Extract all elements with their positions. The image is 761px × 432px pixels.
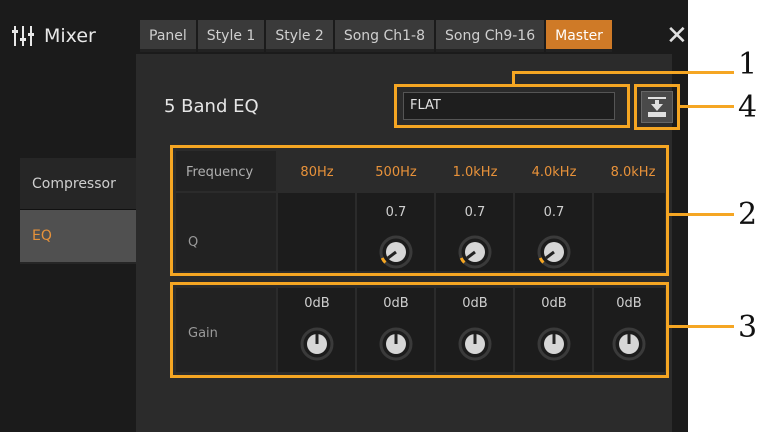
save-icon [648, 97, 666, 117]
tab-style-2[interactable]: Style 2 [266, 20, 333, 52]
band-2-gain-knob[interactable] [379, 327, 413, 361]
callout-4-number: 4 [738, 90, 758, 125]
band-3-gain-value: 0dB [462, 296, 488, 311]
band-4-gain-knob[interactable] [537, 327, 571, 361]
band-2-frequency[interactable]: 500Hz [357, 165, 435, 180]
tab-song-ch9-16[interactable]: Song Ch9-16 [436, 20, 545, 52]
callout-3-number: 3 [738, 310, 758, 345]
callout-3-line [669, 325, 734, 328]
band-1-gain-value: 0dB [304, 296, 330, 311]
tab-song-ch1-8[interactable]: Song Ch1-8 [334, 20, 435, 52]
tab-style-1[interactable]: Style 1 [197, 20, 265, 52]
frequency-label: Frequency [186, 165, 254, 180]
tab-master[interactable]: Master [546, 20, 612, 52]
sidebar-item-compressor[interactable]: Compressor [20, 158, 136, 210]
sidebar-item-eq[interactable]: EQ [20, 210, 136, 262]
band-3-gain-knob[interactable] [458, 327, 492, 361]
callout-2-line [669, 213, 734, 216]
mixer-sliders-icon [12, 26, 34, 46]
band-4-q-value: 0.7 [543, 205, 565, 220]
callout-1-line [512, 71, 734, 74]
band-1-frequency[interactable]: 80Hz [278, 165, 356, 180]
band-1-gain-knob[interactable] [300, 327, 334, 361]
band-5-q-cell [594, 193, 665, 271]
callout-2-number: 2 [738, 197, 758, 232]
band-3-q-knob[interactable] [458, 235, 492, 269]
save-highlight [634, 84, 680, 130]
eq-preset-field[interactable]: FLAT [403, 92, 615, 120]
tab-panel[interactable]: Panel [140, 20, 196, 52]
band-2-q-value: 0.7 [385, 205, 407, 220]
q-label-cell [176, 193, 276, 271]
q-label: Q [188, 235, 199, 250]
band-1-q-cell [278, 193, 355, 271]
band-4-frequency[interactable]: 4.0kHz [515, 165, 593, 180]
band-5-frequency[interactable]: 8.0kHz [594, 165, 672, 180]
band-5-gain-knob[interactable] [612, 327, 646, 361]
close-icon[interactable]: ✕ [666, 20, 696, 52]
band-5-gain-value: 0dB [616, 296, 642, 311]
app-title: Mixer [10, 18, 96, 54]
section-title: 5 Band EQ [164, 96, 259, 117]
band-3-frequency[interactable]: 1.0kHz [436, 165, 514, 180]
band-2-q-knob[interactable] [379, 235, 413, 269]
band-3-q-value: 0.7 [464, 205, 486, 220]
app-title-label: Mixer [44, 25, 96, 47]
preset-highlight: FLAT [394, 84, 630, 128]
callout-1-number: 1 [738, 47, 758, 82]
band-4-gain-value: 0dB [541, 296, 567, 311]
save-button[interactable] [641, 91, 673, 123]
band-4-q-knob[interactable] [537, 235, 571, 269]
gain-label: Gain [188, 326, 218, 341]
callout-4-line [679, 105, 734, 108]
band-2-gain-value: 0dB [383, 296, 409, 311]
tab-bar: Panel Style 1 Style 2 Song Ch1-8 Song Ch… [140, 20, 614, 52]
